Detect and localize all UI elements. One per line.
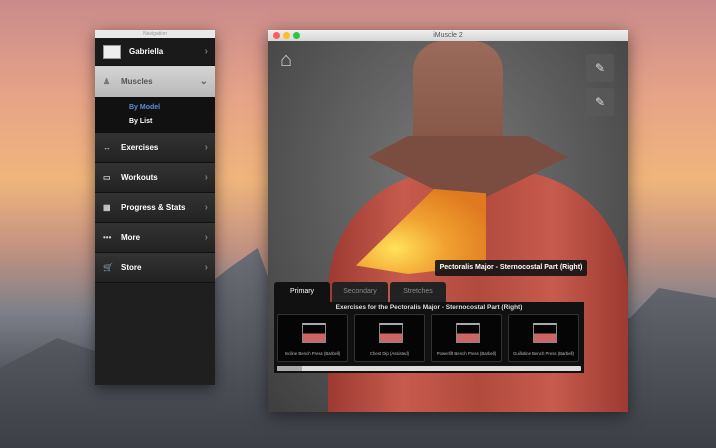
window-title: iMuscle 2 (433, 32, 463, 39)
nav-item-store[interactable]: 🛒 Store › (95, 253, 215, 283)
sub-by-model[interactable]: By Model (129, 104, 215, 118)
navigation-window: Navigation Gabriella › ♟ Muscles ⌄ By Model… (95, 30, 215, 385)
nav-item-workouts[interactable]: ▭ Workouts › (95, 163, 215, 193)
muscle-tooltip: Pectoralis Major - Sternocostal Part (Ri… (435, 260, 587, 276)
minimize-button[interactable] (283, 32, 290, 39)
exercise-image (302, 323, 326, 343)
nav-item-muscles[interactable]: ♟ Muscles ⌄ (95, 66, 215, 98)
home-icon[interactable]: ⌂ (272, 46, 300, 74)
panel-title: Exercises for the Pectoralis Major - Ste… (335, 304, 523, 311)
user-profile[interactable]: Gabriella › (95, 38, 215, 66)
muscles-submenu: By Model By List (95, 98, 215, 133)
nav-label: More (121, 233, 141, 242)
chevron-right-icon: › (204, 46, 208, 57)
imuscle-window: iMuscle 2 ⌂ ✎ ✎ Pectoralis Major - Stern… (268, 30, 628, 412)
calendar-icon: ▦ (103, 203, 111, 212)
exercise-label: Powerlift Bench Press (Barbell) (436, 351, 497, 356)
more-icon: ••• (103, 233, 112, 242)
tab-stretches[interactable]: Stretches (390, 282, 446, 302)
chevron-right-icon: › (204, 142, 208, 153)
nav-item-exercises[interactable]: ↔ Exercises › (95, 133, 215, 163)
chevron-right-icon: › (204, 232, 208, 243)
exercise-card[interactable]: Guillotine Bench Press (Barbell) (508, 314, 579, 362)
cart-icon: 🛒 (103, 263, 113, 272)
exercise-image (456, 323, 480, 343)
exercise-card[interactable]: Powerlift Bench Press (Barbell) (431, 314, 502, 362)
exercise-card[interactable]: Chest Dip (Assisted) (354, 314, 425, 362)
nav-item-more[interactable]: ••• More › (95, 223, 215, 253)
nav-title: Navigation (95, 30, 215, 38)
chevron-right-icon: › (204, 172, 208, 183)
tab-primary[interactable]: Primary (274, 282, 330, 302)
avatar (103, 44, 121, 59)
nav-label: Progress & Stats (121, 203, 186, 212)
exercise-image (533, 323, 557, 343)
chevron-down-icon: ⌄ (199, 76, 208, 87)
exercise-image (379, 323, 403, 343)
exercise-tabs: Primary Secondary Stretches (274, 282, 446, 302)
scroll-thumb[interactable] (277, 366, 302, 371)
user-name: Gabriella (129, 47, 164, 56)
nav-label: Workouts (121, 173, 158, 182)
nav-label: Store (121, 263, 142, 272)
pen-icon[interactable]: ✎ (586, 88, 614, 116)
exercise-card[interactable]: Incline Bench Press (Barbell) (277, 314, 348, 362)
exercise-label: Guillotine Bench Press (Barbell) (513, 351, 574, 356)
exercise-label: Chest Dip (Assisted) (369, 351, 410, 356)
chevron-right-icon: › (204, 202, 208, 213)
pen-add-icon[interactable]: ✎ (586, 54, 614, 82)
title-bar: iMuscle 2 (268, 30, 628, 41)
nav-label: Exercises (121, 143, 159, 152)
sub-by-list[interactable]: By List (129, 118, 215, 132)
chevron-right-icon: › (204, 262, 208, 273)
dumbbell-icon: ↔ (103, 143, 111, 152)
close-button[interactable] (273, 32, 280, 39)
nav-item-progress[interactable]: ▦ Progress & Stats › (95, 193, 215, 223)
person-icon: ♟ (103, 77, 111, 86)
exercise-panel: Exercises for the Pectoralis Major - Ste… (274, 302, 584, 373)
horizontal-scrollbar[interactable] (277, 366, 581, 371)
workouts-icon: ▭ (103, 173, 111, 182)
zoom-button[interactable] (293, 32, 300, 39)
tab-secondary[interactable]: Secondary (332, 282, 388, 302)
nav-label: Muscles (121, 77, 153, 86)
exercise-label: Incline Bench Press (Barbell) (284, 351, 341, 356)
